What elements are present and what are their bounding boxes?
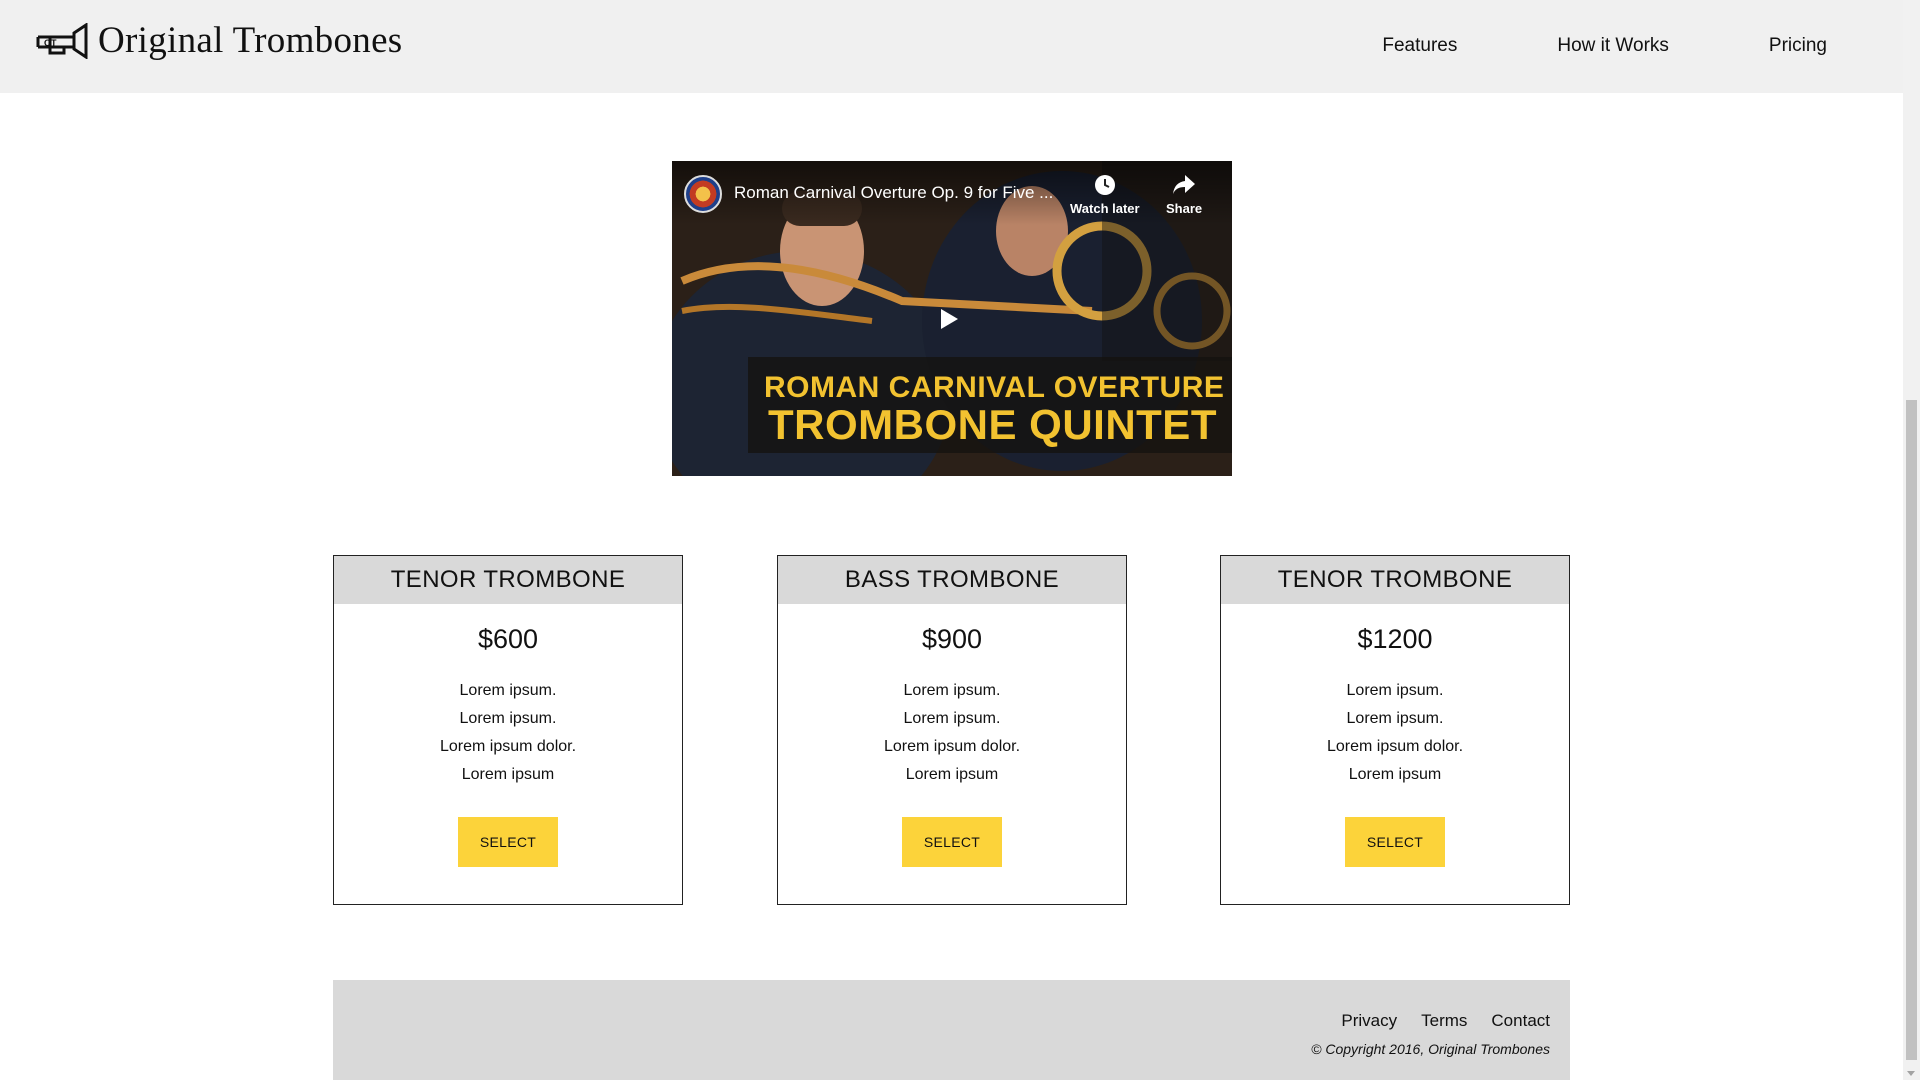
feature-item: Lorem ipsum. (1346, 682, 1444, 699)
main-nav: Features How it Works Pricing (1282, 35, 1827, 57)
scroll-down-arrow-icon[interactable] (1907, 1071, 1915, 1076)
select-button[interactable]: SELECT (458, 817, 558, 867)
video-embed[interactable]: Roman Carnival Overture Op. 9 for Five .… (672, 161, 1232, 476)
site-footer: Privacy Terms Contact © Copyright 2016, … (333, 980, 1570, 1080)
feature-list: Lorem ipsum. Lorem ipsum. Lorem ipsum do… (1221, 677, 1569, 789)
feature-item: Lorem ipsum. (459, 710, 557, 727)
brand-name: Original Trombones (98, 20, 403, 61)
banner-line-1: ROMAN CARNIVAL OVERTURE (764, 371, 1225, 404)
footer-link-contact[interactable]: Contact (1491, 1011, 1550, 1031)
svg-text:OT: OT (44, 38, 57, 48)
pricing-card: TENOR TROMBONE $600 Lorem ipsum. Lorem i… (333, 555, 683, 905)
clock-icon (1094, 175, 1115, 195)
feature-item: Lorem ipsum dolor. (439, 738, 577, 755)
feature-list: Lorem ipsum. Lorem ipsum. Lorem ipsum do… (334, 677, 682, 789)
page-scrollbar[interactable] (1903, 0, 1920, 1080)
feature-item: Lorem ipsum. (459, 682, 557, 699)
copyright: © Copyright 2016, Original Trombones (1311, 1041, 1550, 1057)
card-title: TENOR TROMBONE (1221, 556, 1569, 604)
feature-item: Lorem ipsum. (903, 710, 1001, 727)
feature-item: Lorem ipsum dolor. (1326, 738, 1464, 755)
nav-how-it-works[interactable]: How it Works (1557, 35, 1669, 57)
nav-pricing[interactable]: Pricing (1769, 35, 1827, 57)
share-arrow-icon (1173, 175, 1196, 194)
site-header: OT Original Trombones Features How it Wo… (0, 0, 1903, 93)
card-price: $600 (477, 624, 539, 654)
video-banner: ROMAN CARNIVAL OVERTURE TROMBONE QUINTET (748, 357, 1232, 453)
trombone-icon: OT (36, 22, 88, 59)
share-label: Share (1166, 201, 1203, 216)
card-title: BASS TROMBONE (778, 556, 1126, 604)
pricing-card: BASS TROMBONE $900 Lorem ipsum. Lorem ip… (777, 555, 1127, 905)
play-icon[interactable] (941, 309, 958, 329)
card-price: $1200 (1357, 624, 1433, 654)
feature-item: Lorem ipsum (461, 766, 555, 783)
pricing-card: TENOR TROMBONE $1200 Lorem ipsum. Lorem … (1220, 555, 1570, 905)
scrollbar-thumb[interactable] (1906, 400, 1917, 1060)
select-button[interactable]: SELECT (1345, 817, 1445, 867)
feature-item: Lorem ipsum. (903, 682, 1001, 699)
card-price: $900 (921, 624, 983, 654)
nav-features[interactable]: Features (1382, 35, 1457, 57)
share-button[interactable]: Share (1166, 173, 1202, 216)
feature-item: Lorem ipsum dolor. (883, 738, 1021, 755)
video-title[interactable]: Roman Carnival Overture Op. 9 for Five .… (734, 183, 1053, 203)
footer-link-privacy[interactable]: Privacy (1341, 1011, 1397, 1031)
feature-item: Lorem ipsum. (1346, 710, 1444, 727)
brand[interactable]: OT Original Trombones (36, 19, 403, 62)
footer-link-terms[interactable]: Terms (1421, 1011, 1467, 1031)
channel-avatar[interactable] (684, 175, 722, 213)
watch-later-button[interactable]: Watch later (1070, 173, 1140, 216)
watch-later-label: Watch later (1070, 201, 1140, 216)
feature-list: Lorem ipsum. Lorem ipsum. Lorem ipsum do… (778, 677, 1126, 789)
feature-item: Lorem ipsum (1348, 766, 1442, 783)
select-button[interactable]: SELECT (902, 817, 1002, 867)
card-title: TENOR TROMBONE (334, 556, 682, 604)
footer-links: Privacy Terms Contact (1317, 1011, 1550, 1031)
banner-line-2: TROMBONE QUINTET (768, 401, 1217, 448)
feature-item: Lorem ipsum (905, 766, 999, 783)
